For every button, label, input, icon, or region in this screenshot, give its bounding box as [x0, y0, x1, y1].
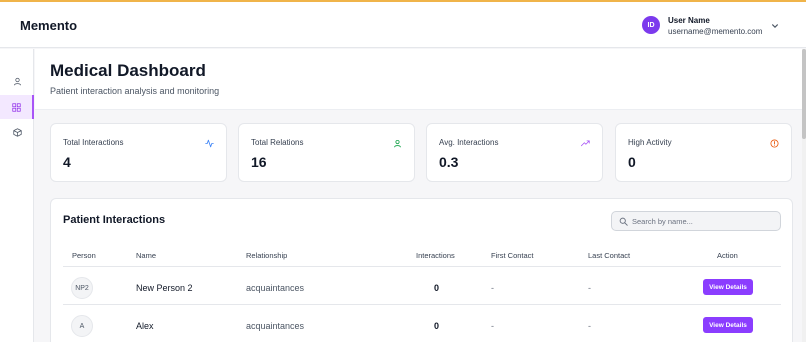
stat-label: Avg. Interactions — [439, 138, 499, 147]
app-header: Memento ID User Name username@memento.co… — [0, 2, 806, 48]
page-header: Medical Dashboard Patient interaction an… — [35, 49, 802, 110]
cell-first-contact: - — [491, 321, 494, 331]
cell-name: New Person 2 — [136, 283, 193, 293]
cell-last-contact: - — [588, 321, 591, 331]
page-subtitle: Patient interaction analysis and monitor… — [50, 86, 220, 96]
stat-card-total-relations: Total Relations 16 — [238, 123, 415, 182]
cell-interactions: 0 — [434, 321, 440, 331]
stat-label: Total Relations — [251, 138, 304, 147]
search-box[interactable] — [611, 211, 781, 231]
stat-value: 4 — [63, 154, 71, 170]
sidebar-item-dashboard[interactable] — [0, 95, 34, 119]
view-details-button[interactable]: View Details — [703, 317, 753, 333]
cube-icon — [12, 127, 22, 137]
cell-interactions: 0 — [434, 283, 440, 293]
alert-circle-icon — [770, 139, 779, 148]
cell-name: Alex — [136, 321, 154, 331]
panel-title: Patient Interactions — [63, 214, 166, 226]
person-avatar: A — [71, 315, 93, 337]
search-input[interactable] — [632, 214, 777, 229]
scrollbar-thumb[interactable] — [802, 49, 806, 139]
stat-value: 16 — [251, 154, 267, 170]
user-icon — [394, 139, 401, 148]
table-row: NP2 New Person 2 acquaintances 0 - - Vie… — [51, 267, 792, 305]
user-email: username@memento.com — [668, 27, 763, 36]
trending-up-icon — [581, 140, 590, 147]
stat-card-avg-interactions: Avg. Interactions 0.3 — [426, 123, 603, 182]
column-header-name: Name — [136, 251, 157, 260]
cell-last-contact: - — [588, 283, 591, 293]
vertical-scrollbar[interactable] — [802, 49, 806, 342]
cell-relationship: acquaintances — [246, 321, 305, 331]
cell-first-contact: - — [491, 283, 494, 293]
chevron-down-icon[interactable] — [771, 22, 779, 30]
user-name[interactable]: User Name — [668, 16, 710, 25]
table-row: A Alex acquaintances 0 - - View Details — [51, 305, 792, 342]
view-details-button[interactable]: View Details — [703, 279, 753, 295]
column-header-person: Person — [72, 251, 96, 260]
app-brand[interactable]: Memento — [20, 18, 77, 33]
column-header-first-contact: First Contact — [491, 251, 534, 260]
activity-icon — [205, 139, 214, 148]
stat-card-total-interactions: Total Interactions 4 — [50, 123, 227, 182]
person-icon — [13, 77, 21, 85]
search-icon — [619, 217, 628, 226]
sidebar — [0, 49, 34, 342]
column-header-relationship: Relationship — [246, 251, 288, 260]
column-header-last-contact: Last Contact — [588, 251, 631, 260]
sidebar-item-profile[interactable] — [0, 69, 34, 93]
stat-card-high-activity: High Activity 0 — [615, 123, 792, 182]
cell-relationship: acquaintances — [246, 283, 305, 293]
column-header-interactions: Interactions — [416, 251, 455, 260]
page-title: Medical Dashboard — [50, 61, 206, 80]
column-header-action: Action — [717, 251, 738, 260]
stat-label: High Activity — [628, 138, 672, 147]
grid-icon — [11, 102, 21, 112]
stat-label: Total Interactions — [63, 138, 124, 147]
stat-value: 0.3 — [439, 154, 459, 170]
user-avatar[interactable]: ID — [642, 16, 660, 34]
patient-interactions-panel: Patient Interactions Person Name Relatio… — [50, 198, 793, 342]
stat-value: 0 — [628, 154, 636, 170]
sidebar-item-modules[interactable] — [0, 120, 34, 144]
person-avatar: NP2 — [71, 277, 93, 299]
